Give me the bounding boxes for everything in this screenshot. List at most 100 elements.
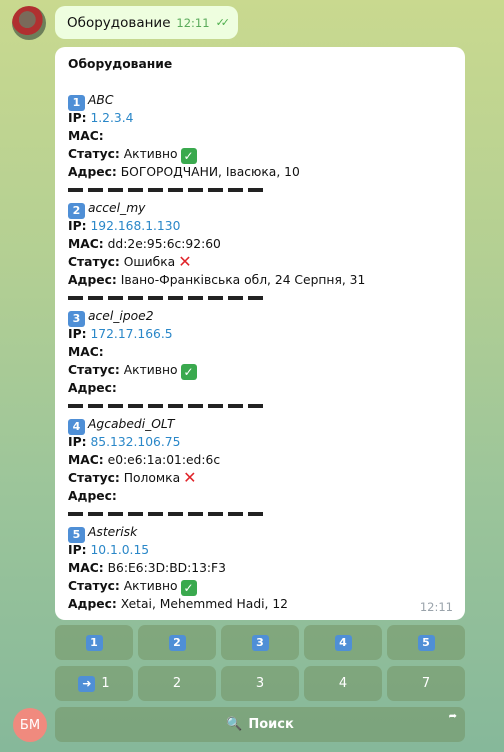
keyboard-button-5[interactable]: 5 [387,625,465,660]
ip-link[interactable]: 1.2.3.4 [90,111,133,125]
keyboard-button-4[interactable]: 4 [304,625,382,660]
card-time: 12:11 [419,600,453,614]
keyboard-row-pages: ➜ 1 2 3 4 7 [55,666,465,701]
bot-message-card: Оборудование 1 ABC IP: 1.2.3.4 MAC: Стату… [55,47,465,620]
status-label: Статус: [68,579,120,593]
address-line: Адрес: Івано-Франківська обл, 24 Серпня,… [68,271,452,289]
ip-line: IP: 192.168.1.130 [68,217,452,235]
bot-avatar[interactable]: БМ [13,708,47,742]
equipment-name: Asterisk [88,525,138,539]
status-line: Статус: Активно ✓ [68,361,452,380]
equipment-name-line: 2 accel_my [68,199,452,219]
mac-label: MAC: [68,129,104,143]
keyboard-button-3[interactable]: 3 [221,625,299,660]
status-value: Активно [123,363,178,377]
status-label: Статус: [68,147,120,161]
address-line: Адрес: [68,379,452,397]
separator [68,181,452,199]
ip-label: IP: [68,219,87,233]
cross-mark-icon: ✕ [178,252,192,271]
address-label: Адрес: [68,381,117,395]
mac-label: MAC: [68,345,104,359]
mac-value: e0:e6:1a:01:ed:6c [107,453,221,467]
page-label: 7 [421,676,431,691]
status-label: Статус: [68,255,120,269]
address-label: Адрес: [68,489,117,503]
equipment-name-line: 4 Agcabedi_OLT [68,415,452,435]
address-value: Xetai, Mehemmed Hadi, 12 [120,597,289,611]
card-title: Оборудование [68,57,173,71]
keycap-number-icon: 1 [85,634,103,651]
cross-mark-icon: ✕ [183,468,197,487]
keyboard-page-button-current[interactable]: ➜ 1 [55,666,133,701]
mac-line: MAC: e0:e6:1a:01:ed:6c [68,451,452,469]
page-label: 1 [101,676,110,691]
user-avatar[interactable] [12,6,46,40]
equipment-name: accel_my [88,201,146,215]
search-button[interactable]: 🔍 Поиск ➦ [55,707,465,742]
check-mark-icon: ✓ [180,148,197,164]
separator [68,289,452,307]
status-value: Ошибка [123,255,176,269]
status-value: Активно [123,147,178,161]
mac-value: B6:E6:3D:BD:13:F3 [107,561,226,575]
status-value: Поломка [123,471,181,485]
search-label: Поиск [248,717,294,732]
search-icon: 🔍 [226,717,243,732]
page-label: 2 [172,676,182,691]
keycap-number-icon: 4 [334,634,352,651]
page-label: 4 [338,676,348,691]
ip-line: IP: 10.1.0.15 [68,541,452,559]
ip-link[interactable]: 10.1.0.15 [90,543,149,557]
ip-line: IP: 1.2.3.4 [68,109,452,127]
status-line: Статус: Активно ✓ [68,145,452,164]
keyboard-page-button[interactable]: 3 [221,666,299,701]
status-line: Статус: Ошибка ✕ [68,253,452,271]
mac-line: MAC: B6:E6:3D:BD:13:F3 [68,559,452,577]
status-line: Статус: Поломка ✕ [68,469,452,487]
ip-line: IP: 85.132.106.75 [68,433,452,451]
keyboard-row-numbers: 1 2 3 4 5 [55,625,465,660]
keyboard-page-button[interactable]: 4 [304,666,382,701]
status-value: Активно [123,579,178,593]
ip-link[interactable]: 192.168.1.130 [90,219,180,233]
ip-label: IP: [68,543,87,557]
ip-link[interactable]: 85.132.106.75 [90,435,180,449]
address-line: Адрес: [68,487,452,505]
mac-value: dd:2e:95:6c:92:60 [107,237,221,251]
address-label: Адрес: [68,165,117,179]
user-message: Оборудование 12:11 ✓✓ [55,6,238,39]
mac-line: MAC: [68,343,452,361]
separator [68,505,452,523]
mac-line: MAC: [68,127,452,145]
keyboard-page-button[interactable]: 2 [138,666,216,701]
mac-label: MAC: [68,453,104,467]
ip-line: IP: 172.17.166.5 [68,325,452,343]
ip-label: IP: [68,111,87,125]
equipment-name: Agcabedi_OLT [88,417,175,431]
address-label: Адрес: [68,273,117,287]
share-arrow-icon: ➦ [448,711,457,722]
status-label: Статус: [68,363,120,377]
page-label: 3 [255,676,265,691]
address-value: Івано-Франківська обл, 24 Серпня, 31 [120,273,366,287]
user-message-time: 12:11 [176,15,210,30]
ip-label: IP: [68,327,87,341]
mac-label: MAC: [68,561,104,575]
read-ticks-icon: ✓✓ [215,16,231,29]
ip-link[interactable]: 172.17.166.5 [90,327,172,341]
keyboard-button-2[interactable]: 2 [138,625,216,660]
address-line: Адрес: Xetai, Mehemmed Hadi, 12 [68,595,452,613]
equipment-name-line: 3 acel_ipoe2 [68,307,452,327]
address-line: Адрес: БОГОРОДЧАНИ, Івасюка, 10 [68,163,452,181]
status-line: Статус: Активно ✓ [68,577,452,596]
keycap-number-icon: 2 [168,634,186,651]
keycap-number-icon: 3 [251,634,269,651]
check-mark-icon: ✓ [180,364,197,380]
keycap-number-icon: 5 [417,634,435,651]
equipment-name: acel_ipoe2 [88,309,154,323]
ip-label: IP: [68,435,87,449]
separator [68,397,452,415]
keyboard-page-button[interactable]: 7 [387,666,465,701]
keyboard-button-1[interactable]: 1 [55,625,133,660]
